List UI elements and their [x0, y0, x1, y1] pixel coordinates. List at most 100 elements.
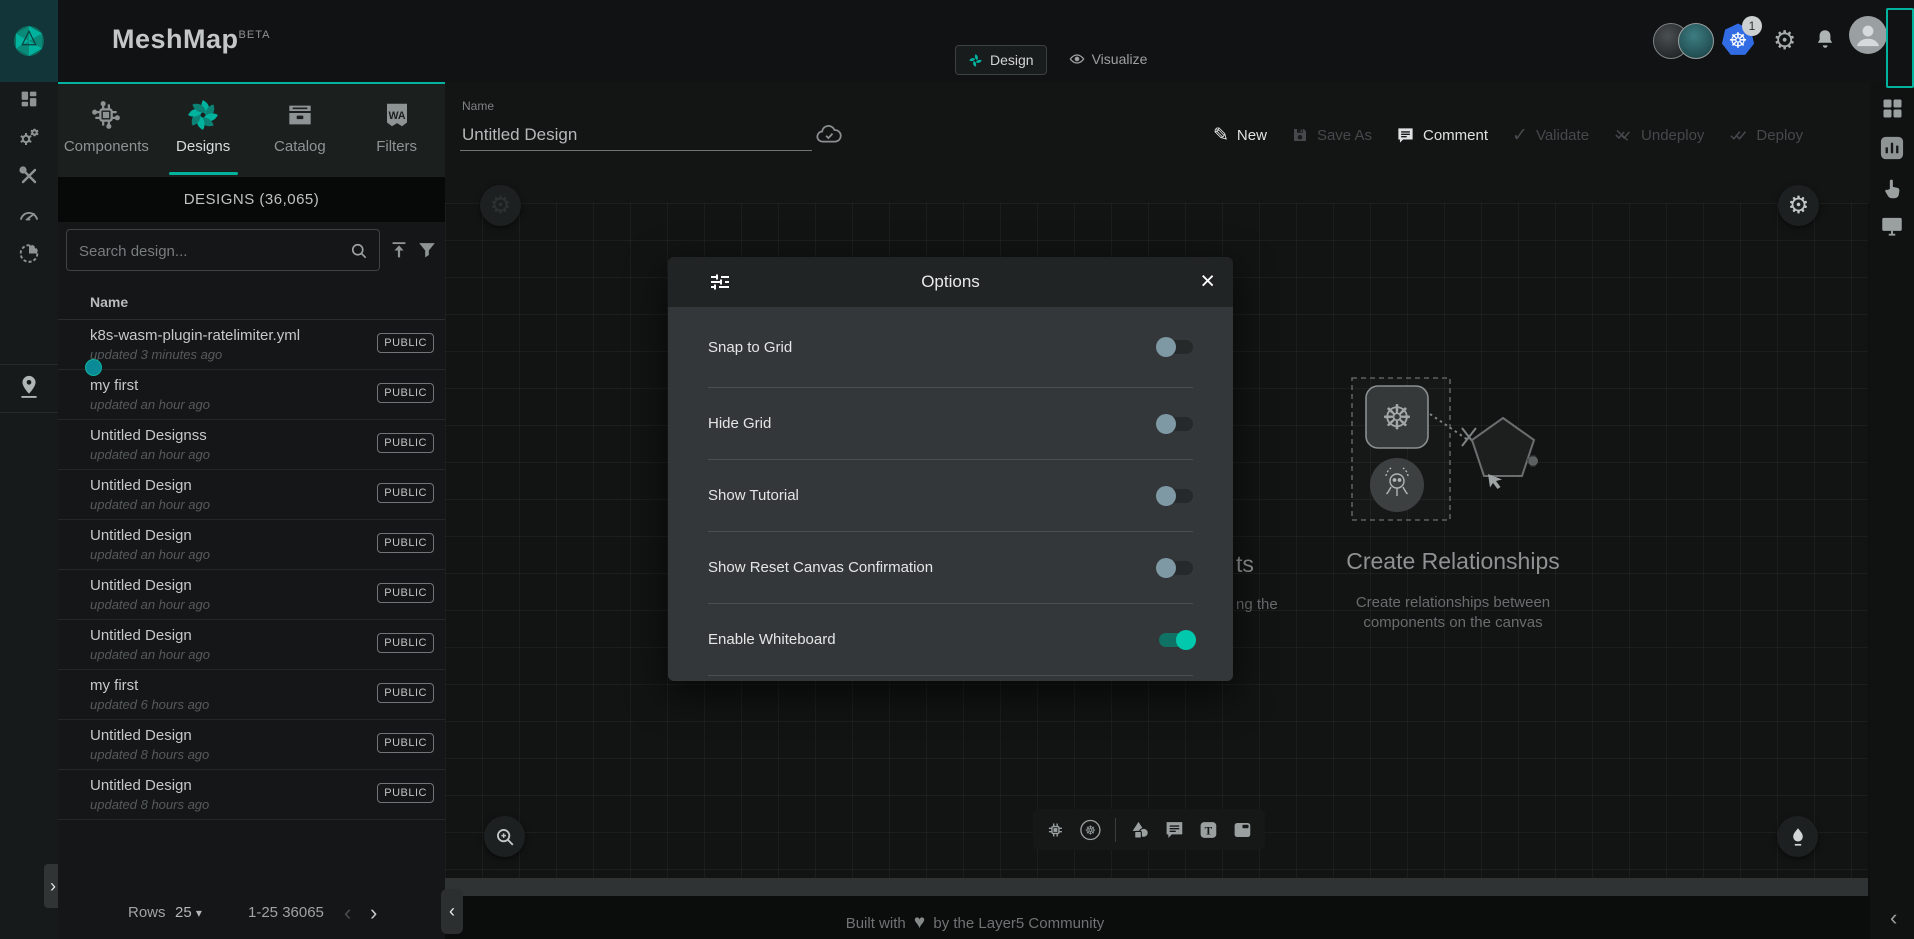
design-updated: updated 6 hours ago — [90, 697, 209, 712]
design-row[interactable]: my first updated 6 hours ago PUBLIC — [58, 670, 445, 720]
deploy-label: Deploy — [1756, 127, 1803, 144]
tab-visualize[interactable]: Visualize — [1057, 45, 1160, 73]
create-relationships-illustration: ☸ — [1340, 366, 1550, 531]
meshmap-app: MeshMapBETA Design Visualize ☸ 1 — [0, 0, 1914, 939]
visibility-badge: PUBLIC — [377, 633, 434, 653]
search-row — [58, 222, 445, 280]
lamp-icon — [1787, 826, 1809, 848]
context-count-badge: 1 — [1742, 16, 1762, 36]
collaborator-avatar-2[interactable] — [1678, 23, 1714, 59]
visibility-badge: PUBLIC — [377, 583, 434, 603]
visibility-badge: PUBLIC — [377, 683, 434, 703]
bottom-drawer-handle[interactable]: ‹ — [441, 889, 463, 934]
design-row[interactable]: Untitled Design updated an hour ago PUBL… — [58, 470, 445, 520]
new-button[interactable]: ✎ New — [1213, 124, 1267, 147]
metrics-chart-icon[interactable] — [1870, 134, 1914, 162]
beta-tag: BETA — [239, 29, 271, 41]
tab-catalog[interactable]: Catalog — [252, 84, 349, 179]
close-icon[interactable]: × — [1200, 267, 1215, 295]
option-row-hide-grid: Hide Grid — [708, 388, 1193, 460]
design-config-bar: Name ✎ New Save As Comment — [445, 82, 1870, 203]
tab-design[interactable]: Design — [955, 45, 1047, 75]
validate-button[interactable]: ✓ Validate — [1512, 124, 1589, 147]
zoom-button[interactable] — [484, 816, 525, 857]
design-row[interactable]: Untitled Design updated 8 hours ago PUBL… — [58, 770, 445, 820]
rail-divider — [0, 412, 58, 413]
design-row[interactable]: Untitled Design updated an hour ago PUBL… — [58, 570, 445, 620]
visibility-badge: PUBLIC — [377, 383, 434, 403]
media-tool-icon[interactable] — [1232, 819, 1253, 841]
design-row[interactable]: my first updated an hour ago PUBLIC — [58, 370, 445, 420]
design-row[interactable]: k8s-wasm-plugin-ratelimiter.yml updated … — [58, 320, 445, 370]
built-with-text: Built with — [846, 915, 906, 932]
deploy-button[interactable]: Deploy — [1728, 126, 1803, 144]
svg-text:T: T — [1205, 825, 1213, 837]
design-row[interactable]: Untitled Design updated an hour ago PUBL… — [58, 620, 445, 670]
shapes-tool-icon[interactable] — [1129, 818, 1152, 842]
tab-components[interactable]: Components — [58, 84, 155, 179]
performance-gauge-icon[interactable] — [0, 203, 58, 227]
save-as-button[interactable]: Save As — [1291, 126, 1372, 144]
text-tool-icon[interactable]: T — [1198, 819, 1219, 841]
design-row[interactable]: Untitled Designss updated an hour ago PU… — [58, 420, 445, 470]
notifications-bell-icon[interactable] — [1812, 26, 1838, 54]
undeploy-button[interactable]: Undeploy — [1613, 126, 1704, 144]
show-tutorial-toggle[interactable] — [1159, 489, 1193, 503]
upload-design-icon[interactable] — [388, 239, 410, 261]
community-link[interactable]: by the Layer5 Community — [933, 915, 1104, 932]
design-row[interactable]: Untitled Design updated an hour ago PUBL… — [58, 520, 445, 570]
lifecycle-gears-icon[interactable] — [0, 126, 58, 150]
search-icon[interactable] — [349, 241, 369, 261]
enable-whiteboard-toggle[interactable] — [1159, 633, 1193, 647]
visibility-badge: PUBLIC — [377, 733, 434, 753]
right-drawer-collapse[interactable]: ‹ — [1890, 905, 1897, 931]
extensions-pie-icon[interactable] — [0, 241, 58, 266]
tab-designs[interactable]: Designs — [155, 84, 252, 179]
next-page-button[interactable]: › — [370, 900, 377, 926]
horizontal-scrollbar[interactable] — [445, 878, 1868, 896]
design-name: my first — [90, 377, 138, 394]
wasm-filters-icon: WA — [382, 98, 412, 132]
dashboard-icon[interactable] — [0, 88, 58, 110]
check-icon: ✓ — [1512, 124, 1528, 147]
hide-grid-toggle[interactable] — [1159, 417, 1193, 431]
header: MeshMapBETA Design Visualize ☸ 1 — [0, 0, 1914, 82]
option-row-show-tutorial: Show Tutorial — [708, 460, 1193, 532]
tune-sliders-icon — [708, 270, 732, 294]
design-name: Untitled Design — [90, 627, 192, 644]
mode-switcher: Design Visualize — [955, 45, 1159, 75]
design-name-input[interactable] — [460, 120, 812, 151]
search-input[interactable] — [77, 231, 341, 271]
interact-hand-icon[interactable] — [1870, 176, 1914, 202]
snap-to-grid-toggle[interactable] — [1159, 340, 1193, 354]
save-as-label: Save As — [1317, 127, 1372, 144]
layer5-logo[interactable] — [0, 0, 58, 82]
widgets-grid-icon[interactable] — [1870, 96, 1914, 120]
prev-page-button[interactable]: ‹ — [344, 900, 351, 926]
kanvas-pin-icon[interactable] — [0, 373, 58, 401]
user-avatar[interactable] — [1849, 16, 1887, 54]
canvas-k8s-gear-button[interactable]: ⚙ — [480, 185, 521, 226]
option-row-enable-whiteboard: Enable Whiteboard — [708, 604, 1193, 676]
design-updated: updated an hour ago — [90, 597, 210, 612]
settings-gear-icon[interactable]: ⚙ — [1773, 26, 1796, 54]
kubernetes-tool-icon[interactable]: ☸ — [1079, 818, 1102, 842]
rows-per-page-select[interactable]: 25 ▾ — [175, 904, 202, 921]
toggle-knob — [1156, 337, 1176, 357]
components-tool-icon[interactable] — [1045, 819, 1066, 841]
lamp-button[interactable] — [1777, 816, 1818, 857]
tab-filters[interactable]: WA Filters — [348, 84, 445, 179]
k8s-context-switcher[interactable]: ☸ 1 — [1720, 22, 1756, 58]
comment-tool-icon[interactable] — [1164, 819, 1185, 841]
right-dock — [1870, 82, 1914, 939]
display-monitor-icon[interactable] — [1870, 213, 1914, 239]
design-row[interactable]: Untitled Design updated 8 hours ago PUBL… — [58, 720, 445, 770]
undeploy-label: Undeploy — [1641, 127, 1704, 144]
filter-funnel-icon[interactable] — [416, 239, 438, 261]
svg-text:☸: ☸ — [1085, 823, 1096, 837]
canvas-settings-button[interactable]: ⚙ — [1778, 185, 1819, 226]
comment-button[interactable]: Comment — [1396, 126, 1488, 145]
show-reset-canvas-confirmation-toggle[interactable] — [1159, 561, 1193, 575]
configuration-tools-icon[interactable] — [0, 164, 58, 188]
subtitle-line-1: Create relationships between — [1320, 593, 1586, 613]
